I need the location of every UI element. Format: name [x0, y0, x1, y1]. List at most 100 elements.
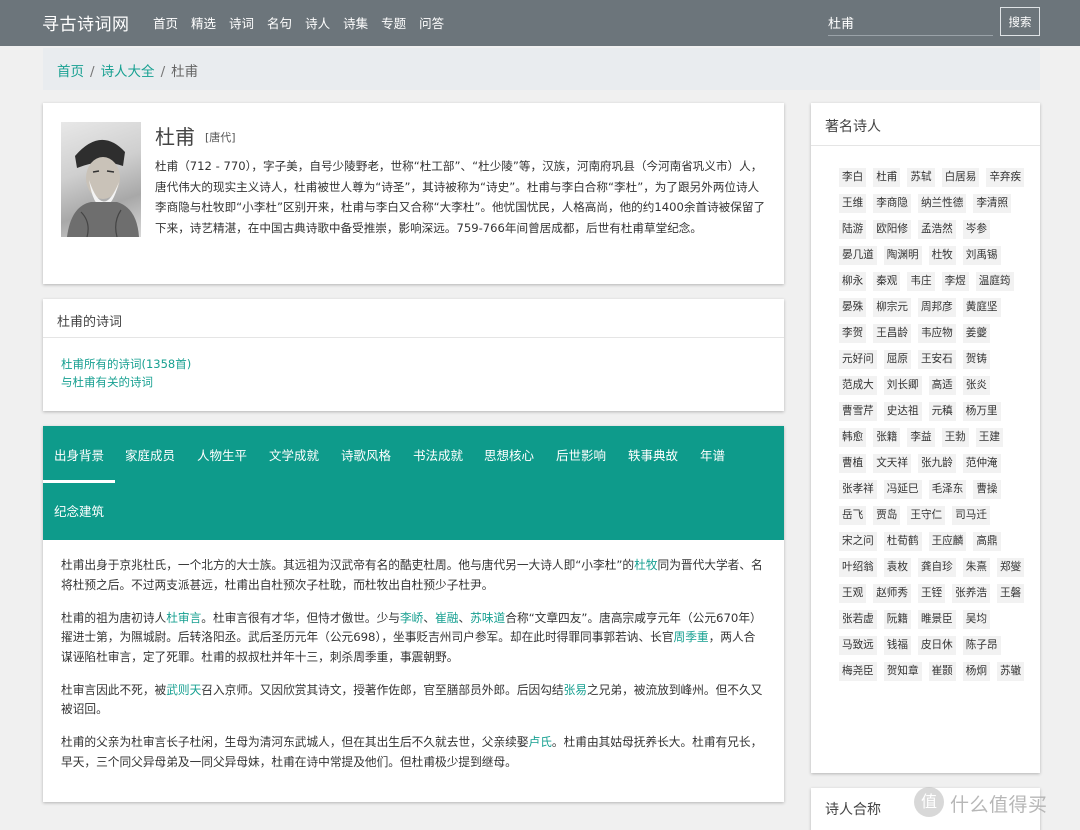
poet-tag[interactable]: 王勃: [941, 428, 969, 447]
poet-tag[interactable]: 张炎: [962, 376, 990, 395]
poet-tag[interactable]: 马致远: [839, 636, 877, 655]
tab-poetry-style[interactable]: 诗歌风格: [341, 445, 391, 464]
poet-tag[interactable]: 刘禹锡: [962, 246, 1001, 265]
poet-tag[interactable]: 王观: [839, 584, 867, 603]
nav-link-poets[interactable]: 诗人: [305, 13, 330, 32]
poet-tag[interactable]: 李商隐: [873, 194, 911, 213]
poet-tag[interactable]: 杜牧: [928, 246, 956, 265]
poet-tag[interactable]: 周邦彦: [917, 298, 956, 317]
breadcrumb-home[interactable]: 首页: [57, 64, 84, 80]
poet-tag[interactable]: 崔颢: [928, 662, 956, 681]
poet-tag[interactable]: 王建: [975, 428, 1003, 447]
poet-tag[interactable]: 梅尧臣: [839, 662, 877, 681]
poet-link[interactable]: 苏味道: [470, 611, 505, 625]
poet-tag[interactable]: 文天祥: [873, 454, 911, 473]
poet-tag[interactable]: 吴均: [962, 610, 990, 629]
poet-tag[interactable]: 岑参: [962, 220, 990, 239]
poet-tag[interactable]: 李白: [839, 168, 867, 187]
tab-memorials[interactable]: 纪念建筑: [54, 501, 104, 520]
poet-tag[interactable]: 史达祖: [883, 402, 922, 421]
poet-tag[interactable]: 皮日休: [917, 636, 956, 655]
poet-tag[interactable]: 元好问: [839, 350, 877, 369]
poet-tag[interactable]: 张九龄: [917, 454, 956, 473]
poet-tag[interactable]: 李清照: [973, 194, 1012, 213]
poet-tag[interactable]: 王守仁: [907, 506, 946, 525]
poet-tag[interactable]: 贾岛: [873, 506, 901, 525]
poet-tag[interactable]: 王维: [839, 194, 867, 213]
poet-tag[interactable]: 温庭筠: [975, 272, 1014, 291]
poet-tag[interactable]: 张孝祥: [839, 480, 877, 499]
poet-tag[interactable]: 欧阳修: [873, 220, 911, 239]
poet-tag[interactable]: 范成大: [839, 376, 877, 395]
poet-link[interactable]: 杜审言: [166, 611, 201, 625]
poet-tag[interactable]: 岳飞: [839, 506, 867, 525]
poet-tag[interactable]: 杜甫: [873, 168, 901, 187]
poet-link[interactable]: 崔融: [435, 611, 458, 625]
poet-tag[interactable]: 赵师秀: [873, 584, 911, 603]
tab-life[interactable]: 人物生平: [197, 445, 247, 464]
poet-link[interactable]: 李峤: [400, 611, 423, 625]
poet-tag[interactable]: 杨万里: [962, 402, 1001, 421]
nav-link-home[interactable]: 首页: [153, 13, 178, 32]
poet-tag[interactable]: 杨炯: [962, 662, 990, 681]
poet-tag[interactable]: 王昌龄: [873, 324, 911, 343]
poet-link[interactable]: 周季重: [674, 630, 709, 644]
poet-tag[interactable]: 李煜: [941, 272, 969, 291]
poet-tag[interactable]: 曹植: [839, 454, 867, 473]
poet-tag[interactable]: 范仲淹: [962, 454, 1001, 473]
poet-tag[interactable]: 陶渊明: [883, 246, 922, 265]
nav-link-topics[interactable]: 专题: [381, 13, 406, 32]
poet-tag[interactable]: 苏轼: [907, 168, 935, 187]
nav-link-qa[interactable]: 问答: [419, 13, 444, 32]
poet-tag[interactable]: 王安石: [917, 350, 956, 369]
poet-tag[interactable]: 黄庭坚: [962, 298, 1001, 317]
poet-tag[interactable]: 杜荀鹤: [883, 532, 922, 551]
poet-tag[interactable]: 张籍: [873, 428, 901, 447]
tab-calligraphy[interactable]: 书法成就: [413, 445, 463, 464]
poet-tag[interactable]: 郑燮: [996, 558, 1025, 577]
nav-link-featured[interactable]: 精选: [191, 13, 216, 32]
site-logo[interactable]: 寻古诗词网: [42, 10, 130, 35]
poet-link[interactable]: 杜牧: [634, 558, 657, 572]
poet-tag[interactable]: 晏几道: [839, 246, 877, 265]
all-poems-link[interactable]: 杜甫所有的诗词(1358首): [61, 355, 191, 373]
poet-tag[interactable]: 晏殊: [839, 298, 867, 317]
poet-tag[interactable]: 王磐: [996, 584, 1025, 603]
poet-dynasty[interactable]: [唐代]: [205, 129, 236, 145]
poet-link[interactable]: 卢氏: [529, 735, 552, 749]
poet-tag[interactable]: 刘长卿: [883, 376, 922, 395]
poet-tag[interactable]: 阮籍: [883, 610, 911, 629]
poet-tag[interactable]: 白居易: [941, 168, 980, 187]
poet-tag[interactable]: 龚自珍: [917, 558, 956, 577]
poet-tag[interactable]: 贺知章: [883, 662, 922, 681]
poet-tag[interactable]: 贺铸: [962, 350, 990, 369]
poet-tag[interactable]: 张若虚: [839, 610, 877, 629]
tab-family[interactable]: 家庭成员: [125, 445, 175, 464]
nav-link-collections[interactable]: 诗集: [343, 13, 368, 32]
poet-tag[interactable]: 元稹: [928, 402, 956, 421]
poet-link[interactable]: 张易: [564, 683, 587, 697]
poet-tag[interactable]: 曹雪芹: [839, 402, 877, 421]
poet-link[interactable]: 武则天: [166, 683, 201, 697]
poet-tag[interactable]: 陈子昂: [962, 636, 1001, 655]
poet-tag[interactable]: 叶绍翁: [839, 558, 877, 577]
poet-tag[interactable]: 曹操: [973, 480, 1001, 499]
poet-tag[interactable]: 李贺: [839, 324, 867, 343]
poet-tag[interactable]: 辛弃疾: [986, 168, 1025, 187]
poet-tag[interactable]: 睢景臣: [917, 610, 956, 629]
poet-tag[interactable]: 宋之问: [839, 532, 877, 551]
tab-origin[interactable]: 出身背景: [54, 445, 104, 464]
poet-tag[interactable]: 苏辙: [996, 662, 1025, 681]
search-button[interactable]: 搜索: [1000, 7, 1040, 36]
poet-tag[interactable]: 纳兰性德: [917, 194, 967, 213]
poet-tag[interactable]: 王铚: [917, 584, 946, 603]
poet-tag[interactable]: 姜夔: [962, 324, 990, 343]
poet-tag[interactable]: 朱熹: [962, 558, 990, 577]
poet-tag[interactable]: 毛泽东: [928, 480, 967, 499]
search-input[interactable]: [828, 10, 993, 36]
poet-tag[interactable]: 高鼎: [973, 532, 1001, 551]
poet-tag[interactable]: 柳永: [839, 272, 867, 291]
breadcrumb-poets[interactable]: 诗人大全: [101, 64, 155, 80]
nav-link-poems[interactable]: 诗词: [229, 13, 254, 32]
poet-tag[interactable]: 冯延巳: [883, 480, 922, 499]
